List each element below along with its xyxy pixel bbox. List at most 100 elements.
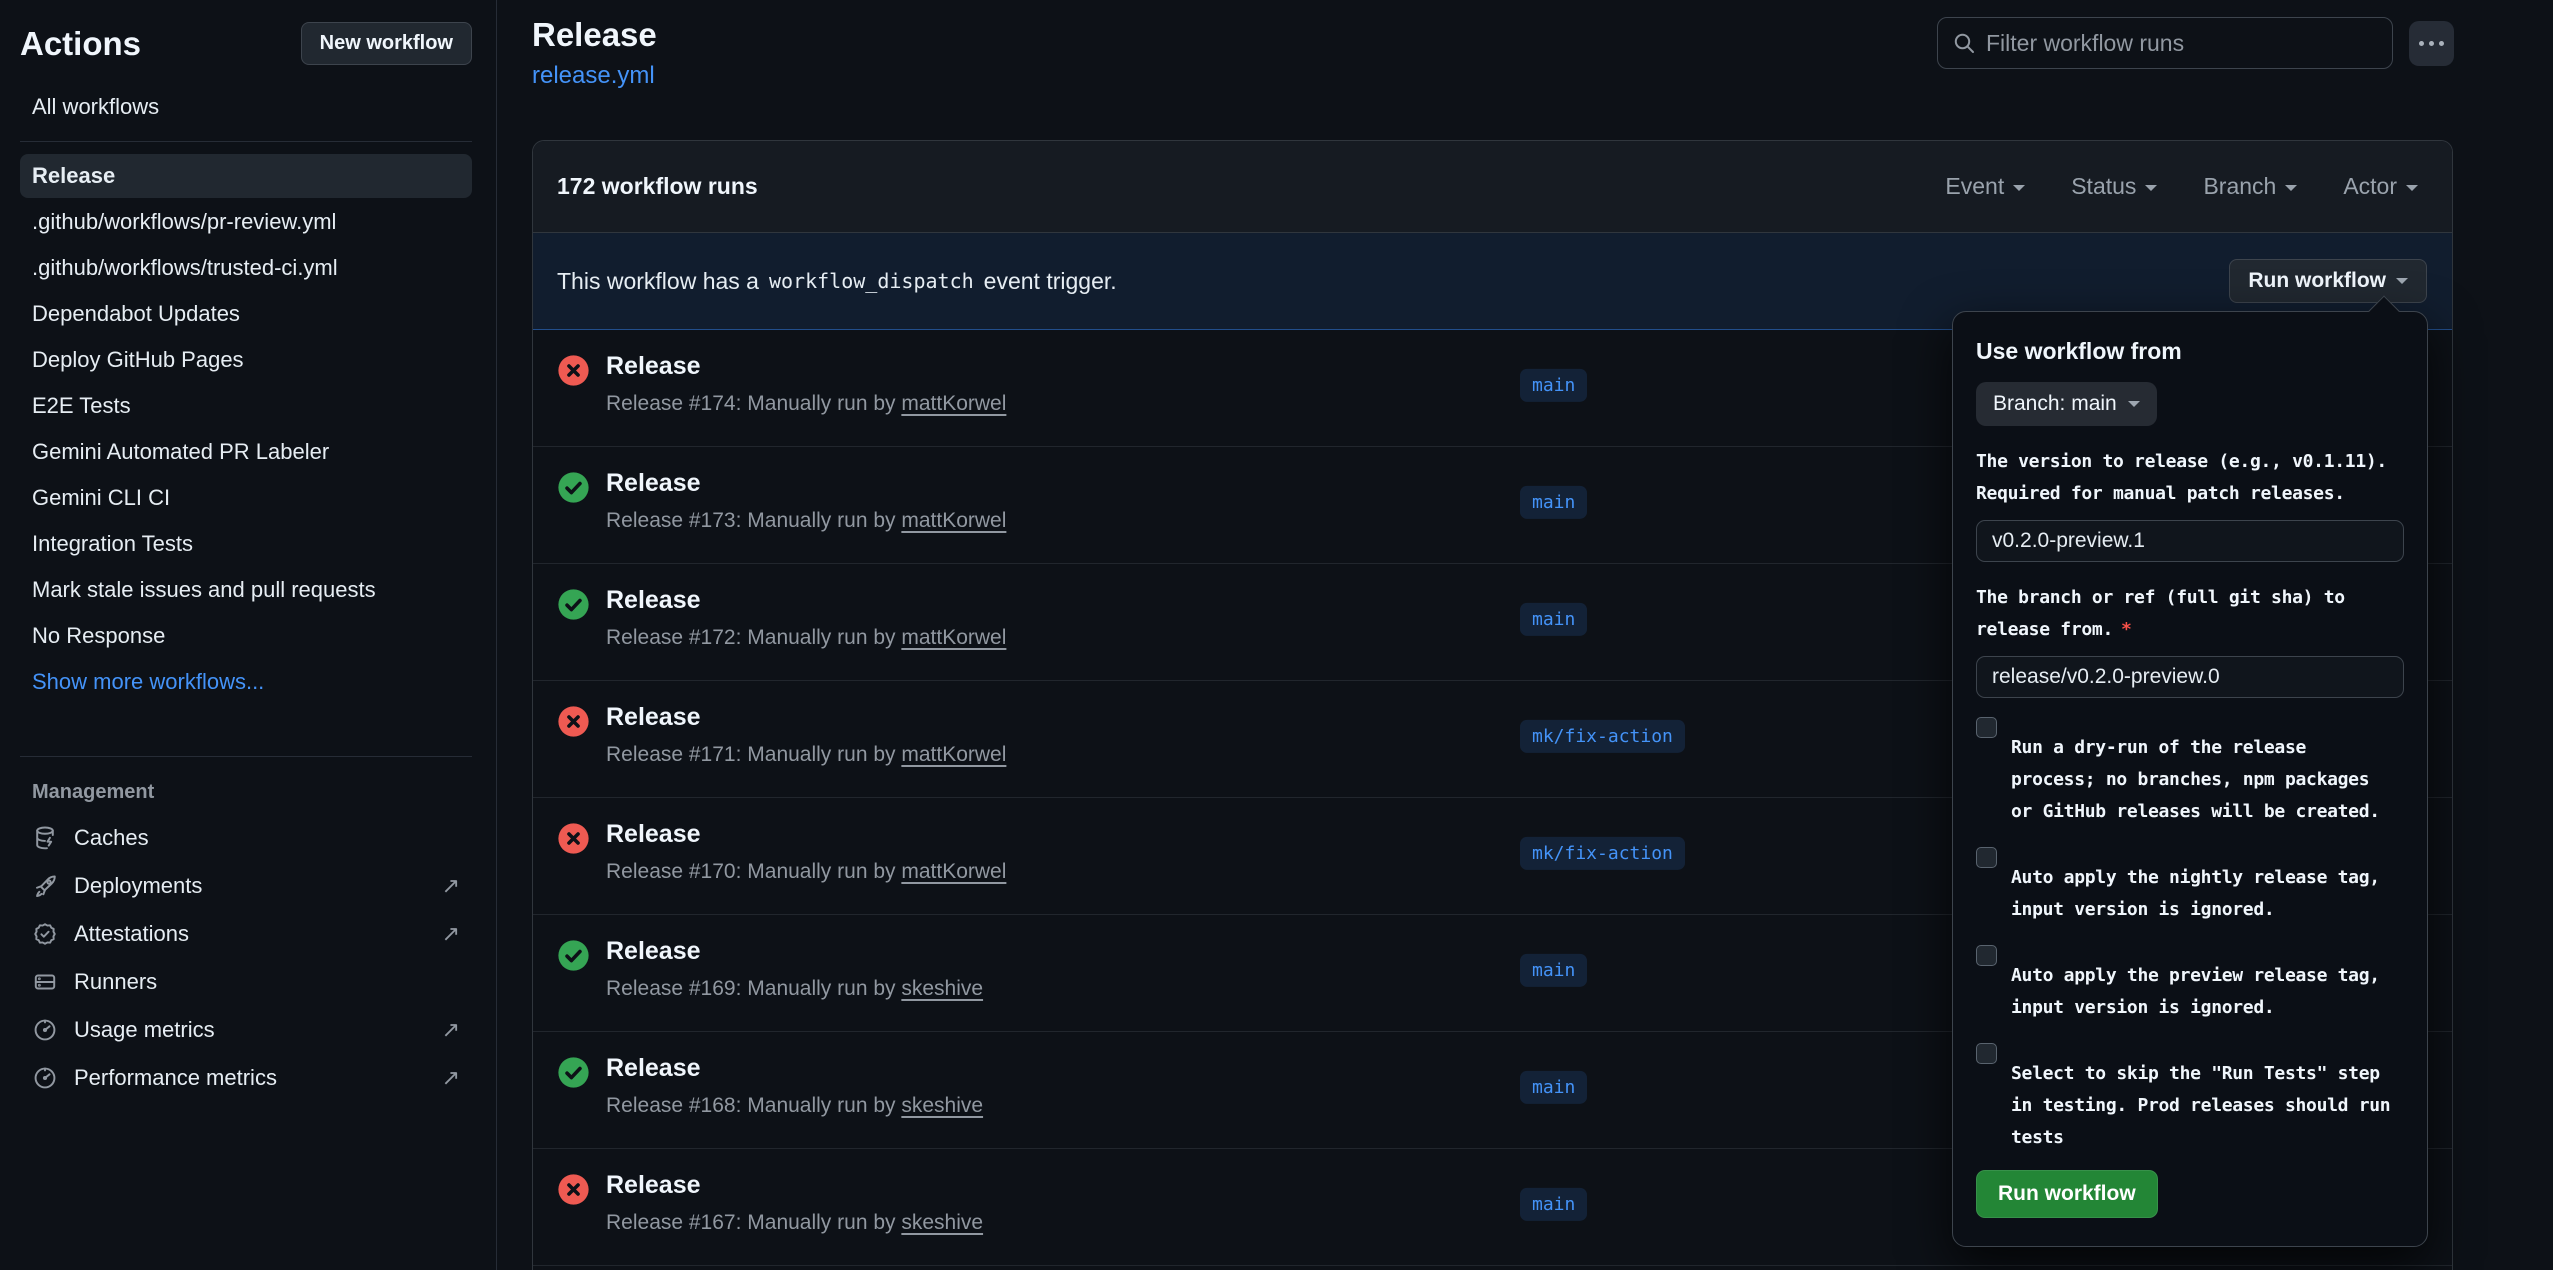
sidebar-item-release[interactable]: Release [20, 154, 472, 198]
dialog-title: Use workflow from [1976, 338, 2404, 365]
success-status-icon [557, 471, 590, 504]
preview-tag-checkbox-row: Auto apply the preview release tag, inpu… [1976, 940, 2404, 1024]
sidebar-item-runners[interactable]: Runners [20, 958, 472, 1006]
banner-text: This workflow has a [557, 268, 759, 295]
run-workflow-dropdown-button[interactable]: Run workflow [2229, 259, 2427, 303]
actor-link[interactable]: mattKorwel [901, 626, 1006, 649]
ref-input-label: The branch or ref (full git sha) to rele… [1976, 582, 2404, 646]
runners-icon [32, 969, 58, 995]
page-header: Release release.yml [532, 16, 657, 90]
actor-link[interactable]: mattKorwel [901, 509, 1006, 532]
verified-badge-icon [32, 921, 58, 947]
branch-selector-button[interactable]: Branch: main [1976, 382, 2157, 426]
failed-status-icon [557, 705, 590, 738]
branch-badge[interactable]: mk/fix-action [1520, 837, 1685, 870]
actor-filter-dropdown[interactable]: Actor [2343, 173, 2418, 200]
status-filter-dropdown[interactable]: Status [2071, 173, 2157, 200]
chevron-down-icon [2406, 185, 2418, 197]
workflow-file-link[interactable]: release.yml [532, 62, 655, 90]
version-input[interactable] [1976, 520, 2404, 562]
dry-run-checkbox[interactable] [1976, 717, 1997, 738]
show-more-workflows-link[interactable]: Show more workflows... [20, 660, 472, 704]
actor-link[interactable]: skeshive [901, 1211, 983, 1234]
failed-status-icon [557, 822, 590, 855]
branch-badge[interactable]: main [1520, 486, 1587, 519]
sidebar-item-usage-metrics[interactable]: Usage metrics ↗ [20, 1006, 472, 1054]
branch-badge[interactable]: main [1520, 1188, 1587, 1221]
actor-link[interactable]: mattKorwel [901, 392, 1006, 415]
success-status-icon [557, 588, 590, 621]
actor-link[interactable]: skeshive [901, 977, 983, 1000]
checkbox-label: Auto apply the preview release tag, inpu… [2011, 960, 2380, 1024]
external-link-icon: ↗ [442, 1065, 460, 1091]
sidebar-item-deploy-github-pages[interactable]: Deploy GitHub Pages [20, 338, 472, 382]
branch-badge[interactable]: main [1520, 603, 1587, 636]
sidebar-title: Actions [20, 25, 141, 63]
skip-tests-checkbox[interactable] [1976, 1043, 1997, 1064]
sidebar-item-caches[interactable]: Caches [20, 814, 472, 862]
sidebar-item-all-workflows[interactable]: All workflows [20, 85, 472, 129]
sidebar-item-e2e-tests[interactable]: E2E Tests [20, 384, 472, 428]
sidebar-item-label: Usage metrics [74, 1017, 215, 1043]
success-status-icon [557, 1056, 590, 1089]
sidebar-item-label: Caches [74, 825, 149, 851]
sidebar-item-trusted-ci[interactable]: .github/workflows/trusted-ci.yml [20, 246, 472, 290]
branch-badge[interactable]: main [1520, 954, 1587, 987]
sidebar-item-deployments[interactable]: Deployments ↗ [20, 862, 472, 910]
new-workflow-button[interactable]: New workflow [301, 22, 472, 65]
sidebar-item-gemini-cli-ci[interactable]: Gemini CLI CI [20, 476, 472, 520]
actions-sidebar: Actions New workflow All workflows Relea… [0, 0, 497, 1270]
sidebar-item-pr-review[interactable]: .github/workflows/pr-review.yml [20, 200, 472, 244]
checkbox-label: Select to skip the "Run Tests" step in t… [2011, 1058, 2390, 1154]
run-title-link[interactable]: Release [606, 586, 701, 615]
run-title-link[interactable]: Release [606, 352, 701, 381]
run-workflow-submit-button[interactable]: Run workflow [1976, 1170, 2158, 1218]
sidebar-item-integration-tests[interactable]: Integration Tests [20, 522, 472, 566]
run-title-link[interactable]: Release [606, 469, 701, 498]
runs-panel-header: 172 workflow runs Event Status Branch Ac… [533, 141, 2452, 233]
workflow-dispatch-code: workflow_dispatch [769, 269, 974, 293]
sidebar-item-attestations[interactable]: Attestations ↗ [20, 910, 472, 958]
event-filter-dropdown[interactable]: Event [1945, 173, 2025, 200]
search-icon [1952, 31, 1976, 55]
run-title-link[interactable]: Release [606, 937, 701, 966]
external-link-icon: ↗ [442, 873, 460, 899]
chevron-down-icon [2128, 401, 2140, 413]
filter-workflow-runs-input[interactable] [1986, 30, 2378, 57]
actor-link[interactable]: skeshive [901, 1094, 983, 1117]
sidebar-item-no-response[interactable]: No Response [20, 614, 472, 658]
workflow-options-kebab-button[interactable] [2409, 21, 2454, 66]
branch-badge[interactable]: main [1520, 1071, 1587, 1104]
success-status-icon [557, 939, 590, 972]
preview-tag-checkbox[interactable] [1976, 945, 1997, 966]
chevron-down-icon [2145, 185, 2157, 197]
ref-input[interactable] [1976, 656, 2404, 698]
filter-workflow-runs-box [1937, 17, 2393, 69]
nightly-tag-checkbox[interactable] [1976, 847, 1997, 868]
actor-link[interactable]: mattKorwel [901, 743, 1006, 766]
sidebar-item-performance-metrics[interactable]: Performance metrics ↗ [20, 1054, 472, 1102]
sidebar-item-label: Deployments [74, 873, 202, 899]
run-title-link[interactable]: Release [606, 1054, 701, 1083]
chevron-down-icon [2396, 278, 2408, 290]
sidebar-item-dependabot-updates[interactable]: Dependabot Updates [20, 292, 472, 336]
meter-icon [32, 1065, 58, 1091]
meter-icon [32, 1017, 58, 1043]
sidebar-item-mark-stale[interactable]: Mark stale issues and pull requests [20, 568, 472, 612]
page-title: Release [532, 16, 657, 54]
run-title-link[interactable]: Release [606, 703, 701, 732]
external-link-icon: ↗ [442, 921, 460, 947]
chevron-down-icon [2285, 185, 2297, 197]
sidebar-item-label: Runners [74, 969, 157, 995]
run-title-link[interactable]: Release [606, 820, 701, 849]
actor-link[interactable]: mattKorwel [901, 860, 1006, 883]
banner-text: event trigger. [984, 268, 1117, 295]
checkbox-label: Auto apply the nightly release tag, inpu… [2011, 862, 2380, 926]
sidebar-item-gemini-pr-labeler[interactable]: Gemini Automated PR Labeler [20, 430, 472, 474]
branch-badge[interactable]: main [1520, 369, 1587, 402]
checkbox-label: Run a dry-run of the release process; no… [2011, 732, 2380, 828]
branch-filter-dropdown[interactable]: Branch [2203, 173, 2297, 200]
branch-badge[interactable]: mk/fix-action [1520, 720, 1685, 753]
chevron-down-icon [2013, 185, 2025, 197]
run-title-link[interactable]: Release [606, 1171, 701, 1200]
